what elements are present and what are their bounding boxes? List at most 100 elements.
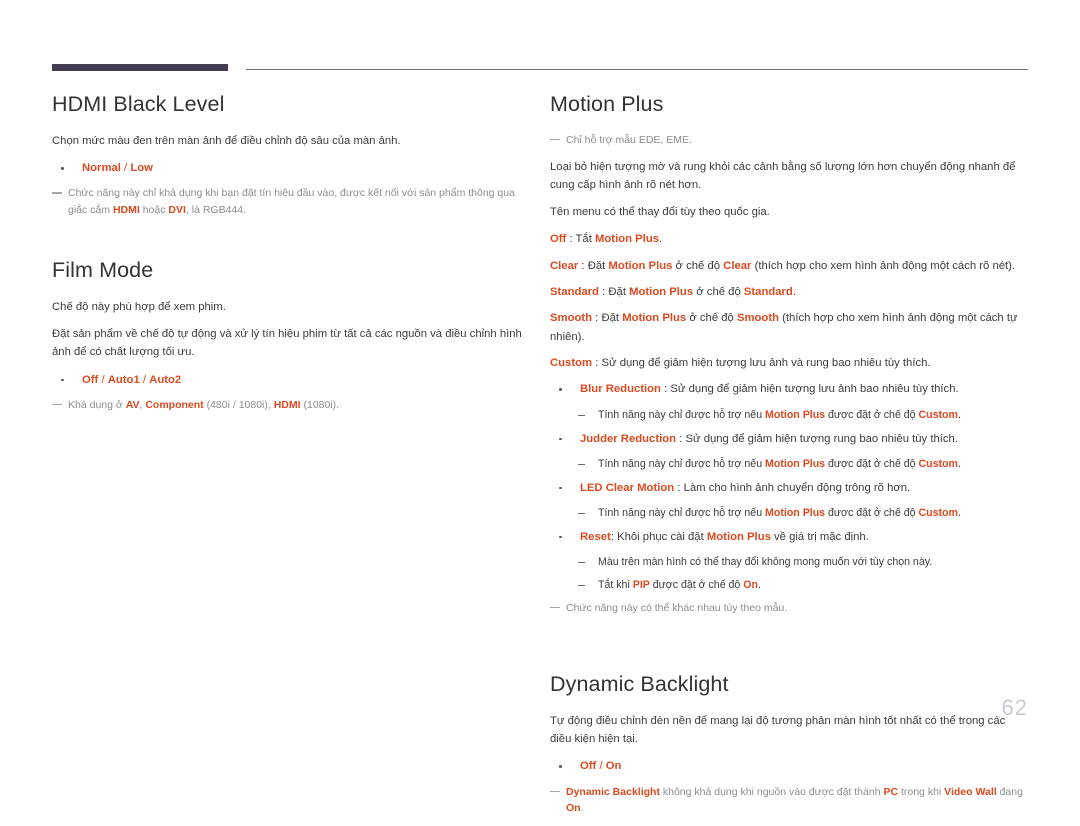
def-colon: : [578, 259, 588, 272]
option-on: On [605, 760, 622, 773]
note-text-part4: . [580, 802, 584, 815]
def-desc-mid: ở chế độ [686, 312, 737, 325]
def-desc-post: . [792, 286, 796, 299]
def-term-custom: Custom [550, 356, 593, 369]
film-mode-options: Off / Auto1 / Auto2 [52, 371, 527, 389]
dynamic-backlight-options: Off / On [550, 757, 1025, 775]
note-text-part1: không khả dụng khi nguồn vào được đặt th… [659, 785, 884, 798]
motion-plus-item-led-clear-motion: LED Clear Motion : Làm cho hình ảnh chuy… [550, 479, 1025, 497]
motion-plus-def-smooth: Smooth : Đặt Motion Plus ở chế độ Smooth… [550, 309, 1025, 346]
subnote-post: . [957, 408, 961, 421]
section-film-mode: Film Mode Chế độ này phù hợp để xem phim… [52, 258, 527, 414]
def-term-smooth: Smooth [550, 312, 593, 325]
subnote-mid: được đặt ở chế độ [649, 579, 744, 592]
def-desc-mid: ở chế độ [693, 286, 744, 299]
def-desc-term-motion-plus: Motion Plus [595, 233, 660, 246]
section-motion-plus: Motion Plus Chỉ hỗ trợ mẫu EDE, EME. Loạ… [550, 92, 1025, 617]
header-rule-thin [246, 69, 1028, 70]
motion-plus-def-custom: Custom : Sử dụng để giảm hiện tượng lưu … [550, 354, 1025, 372]
header-rule-dark [52, 64, 228, 71]
item-colon: : [660, 383, 671, 396]
def-desc-post: . [659, 233, 663, 246]
def-desc-term-standard: Standard [743, 286, 793, 299]
motion-plus-note-top: Chỉ hỗ trợ mẫu EDE, EME. [550, 132, 1025, 149]
subnote-term-custom: Custom [918, 507, 958, 520]
hdmi-black-level-note: Chức năng này chỉ khả dụng khi bạn đặt t… [52, 185, 527, 219]
item-term-judder-reduction: Judder Reduction [580, 432, 677, 445]
note-term-dynamic-backlight: Dynamic Backlight [566, 785, 660, 798]
def-desc-post: (thích hợp cho xem hình ảnh động một các… [751, 259, 1016, 272]
item-term-led-clear-motion: LED Clear Motion [580, 481, 675, 494]
def-term-clear: Clear [550, 259, 579, 272]
section-hdmi-black-level: HDMI Black Level Chọn mức màu đen trên m… [52, 92, 527, 219]
def-desc-pre: Đặt [587, 259, 609, 272]
right-column: Motion Plus Chỉ hỗ trợ mẫu EDE, EME. Loạ… [550, 92, 1025, 826]
dynamic-backlight-note: Dynamic Backlight không khả dụng khi ngu… [550, 784, 1025, 818]
motion-plus-body1: Loại bỏ hiện tượng mờ và rung khỏi các c… [550, 160, 1016, 191]
def-desc-term-clear: Clear [723, 259, 752, 272]
motion-plus-item-blur-reduction: Blur Reduction : Sử dụng để giảm hiện tư… [550, 380, 1025, 398]
subnote-mid: được đặt ở chế độ [825, 408, 919, 421]
subnote-term-motion-plus: Motion Plus [765, 507, 826, 520]
subnote-term-pip: PIP [632, 579, 650, 592]
note-text-part4: (1080i). [300, 398, 340, 411]
subnote-mid: được đặt ở chế độ [825, 507, 919, 520]
manual-page: HDMI Black Level Chọn mức màu đen trên m… [0, 0, 1080, 814]
item-desc: Sử dụng để giảm hiện tượng rung bao nhiê… [685, 432, 958, 445]
motion-plus-def-off: Off : Tắt Motion Plus. [550, 230, 1025, 248]
note-term-pc: PC [883, 785, 899, 798]
def-desc-pre: Đặt [608, 286, 630, 299]
subnote-pre: Tính năng này chỉ được hỗ trợ nếu [598, 408, 766, 421]
item-colon: : [674, 481, 684, 494]
item-desc-term-motion-plus: Motion Plus [706, 530, 771, 543]
subnote-term-on: On [743, 579, 758, 592]
def-desc-pre: Đặt [601, 312, 623, 325]
option-separator: / [120, 162, 131, 175]
section-title-hdmi-black-level: HDMI Black Level [52, 92, 225, 116]
def-desc-term-motion-plus: Motion Plus [608, 259, 673, 272]
item-desc-pre: Khôi phục cài đặt [617, 530, 707, 543]
note-term-av: AV [125, 398, 140, 411]
motion-plus-reset-subnote-2: Tắt khi PIP được đặt ở chế độ On. [550, 577, 1025, 594]
motion-plus-subnote-led-clear-motion: Tính năng này chỉ được hỗ trợ nếu Motion… [550, 505, 1025, 522]
section-title-motion-plus: Motion Plus [550, 92, 664, 116]
option-off: Off [82, 373, 99, 386]
motion-plus-item-judder-reduction: Judder Reduction : Sử dụng để giảm hiện … [550, 430, 1025, 448]
item-desc: Làm cho hình ảnh chuyển động trông rõ hơ… [683, 481, 911, 494]
dynamic-backlight-intro: Tự động điều chỉnh đèn nền để mang lại đ… [550, 714, 1006, 746]
item-term-reset: Reset [580, 530, 611, 543]
def-colon: : [598, 286, 609, 299]
note-text-part2: trong khi [898, 785, 945, 798]
header-rules [52, 64, 1028, 76]
item-desc-post: về giá trị mặc định. [770, 530, 869, 543]
def-colon: : [566, 233, 576, 246]
item-desc: Sử dụng để giảm hiện tượng lưu ảnh bao n… [670, 383, 959, 396]
note-text-part3: , là RGB444. [185, 204, 247, 217]
subnote-term-motion-plus: Motion Plus [765, 457, 826, 470]
def-desc-pre: Sử dụng để giảm hiện tượng lưu ảnh và ru… [601, 356, 931, 369]
motion-plus-subnote-blur-reduction: Tính năng này chỉ được hỗ trợ nếu Motion… [550, 407, 1025, 424]
def-desc-mid: ở chế độ [672, 259, 724, 272]
option-low: Low [130, 162, 153, 175]
note-term-component: Component [145, 398, 204, 411]
option-off: Off [580, 760, 597, 773]
item-term-blur-reduction: Blur Reduction [580, 383, 661, 396]
film-mode-intro: Chế độ này phù hợp để xem phim. [52, 300, 226, 313]
subnote-term-custom: Custom [918, 408, 958, 421]
motion-plus-item-reset: Reset: Khôi phục cài đặt Motion Plus về … [550, 528, 1025, 546]
subnote-pre: Tắt khi [598, 579, 633, 592]
note-term-hdmi: HDMI [273, 398, 301, 411]
section-dynamic-backlight: Dynamic Backlight Tự động điều chỉnh đèn… [550, 672, 1025, 817]
note-term-dvi: DVI [168, 204, 186, 217]
option-auto2: Auto2 [149, 373, 182, 386]
subnote-post: . [757, 579, 761, 592]
section-title-film-mode: Film Mode [52, 257, 154, 282]
option-auto1: Auto1 [107, 373, 140, 386]
page-number: 62 [1001, 695, 1028, 720]
note-text-part3: (480i / 1080i), [203, 398, 274, 411]
subnote-mid: được đặt ở chế độ [825, 457, 919, 470]
hdmi-black-level-intro: Chọn mức màu đen trên màn ảnh để điều ch… [52, 134, 401, 147]
film-mode-body2: Đặt sản phẩm về chế độ tự động và xử lý … [52, 328, 522, 359]
hdmi-black-level-options: Normal / Low [52, 159, 527, 177]
note-text-part3: đang [996, 785, 1023, 798]
